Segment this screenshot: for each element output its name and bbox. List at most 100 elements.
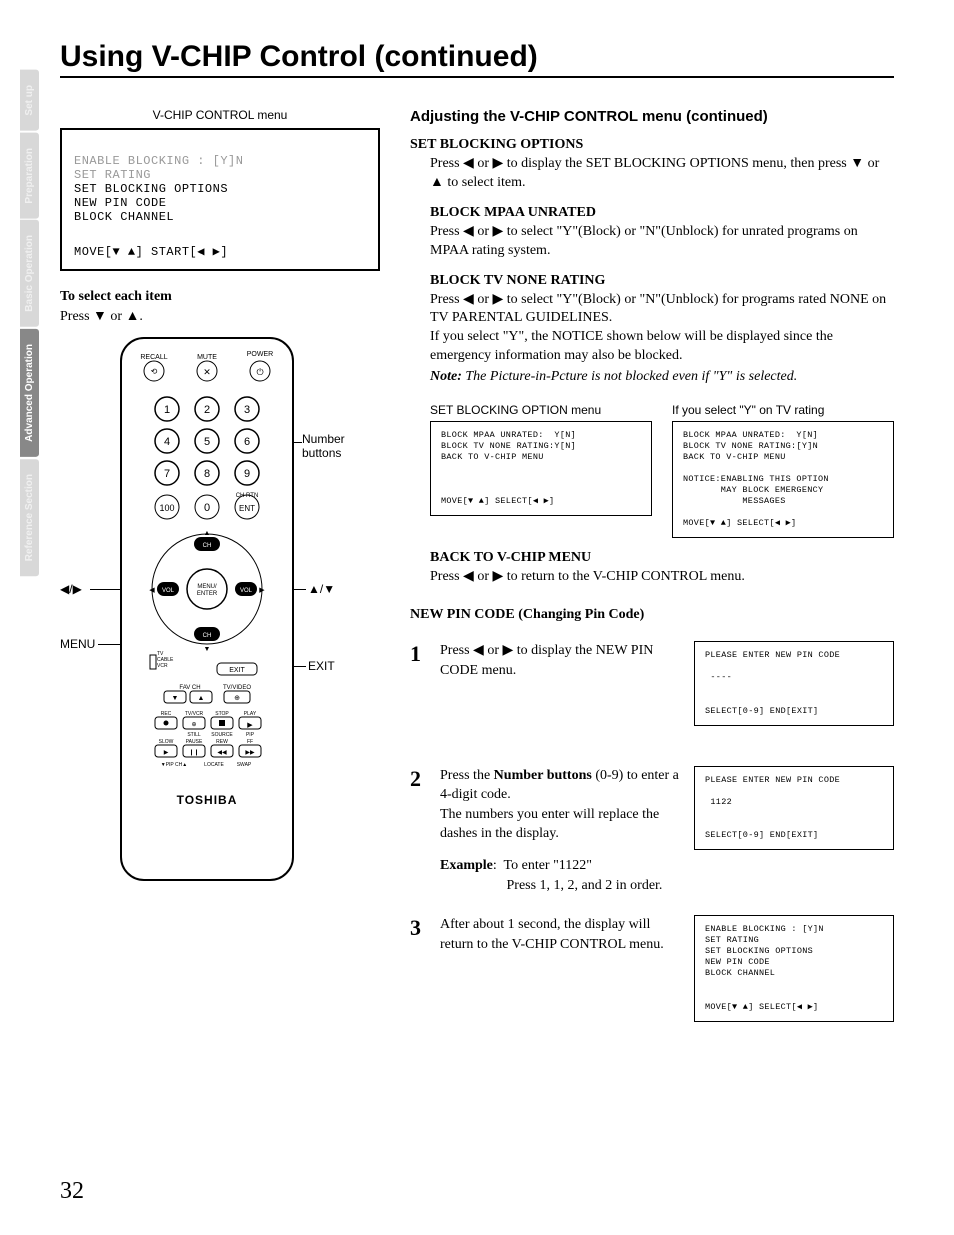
svg-text:⊕: ⊕ [191, 722, 196, 728]
set-blocking-head: SET BLOCKING OPTIONS [410, 137, 894, 153]
back-menu-text: Press ◀ or ▶ to return to the V-CHIP CON… [430, 568, 894, 587]
svg-text:◀◀: ◀◀ [217, 750, 227, 756]
step-3-menu: ENABLE BLOCKING : [Y]N SET RATING SET BL… [694, 915, 894, 1021]
svg-text:▼PIP CH▲: ▼PIP CH▲ [161, 762, 187, 768]
label-power: POWER [247, 351, 273, 358]
svg-text:8: 8 [204, 468, 210, 480]
page-title: Using V-CHIP Control (continued) [60, 40, 894, 78]
step-1-num: 1 [410, 641, 428, 725]
block-mpaa-text: Press ◀ or ▶ to select "Y"(Block) or "N"… [430, 223, 894, 261]
tab-reference-section: Reference Section [20, 459, 39, 576]
step-2-menu: PLEASE ENTER NEW PIN CODE 1122 SELECT[0-… [694, 766, 894, 850]
back-menu-head: BACK TO V-CHIP MENU [430, 550, 894, 566]
step-3-num: 3 [410, 915, 428, 1021]
svg-text:▶: ▶ [247, 722, 253, 729]
side-tabs: Set up Preparation Basic Operation Advan… [20, 70, 39, 578]
block-tv-note: Note: Note: The Picture-in-Pcture is not… [430, 368, 894, 387]
new-pin-head: NEW PIN CODE (Changing Pin Code) [410, 607, 894, 623]
select-each-item-text: Press ▼ or ▲. [60, 309, 380, 325]
callout-number-buttons: Number buttons [302, 432, 345, 460]
callout-menu: MENU [60, 637, 95, 651]
label-mute: MUTE [197, 354, 217, 361]
svg-text:▼: ▼ [204, 646, 211, 653]
svg-text:TV/VCR: TV/VCR [185, 711, 204, 717]
block-tv-head: BLOCK TV NONE RATING [430, 273, 894, 289]
step-1-menu: PLEASE ENTER NEW PIN CODE ---- SELECT[0-… [694, 641, 894, 725]
callout-exit: EXIT [308, 659, 335, 673]
svg-text:SOURCE: SOURCE [211, 732, 233, 738]
svg-text:TOSHIBA: TOSHIBA [177, 793, 238, 807]
step-2-text: Press the Number buttons (0-9) to enter … [440, 766, 682, 896]
vchip-footer: MOVE[▼ ▲] START[◀ ▶] [74, 244, 366, 259]
vchip-menu-box: ENABLE BLOCKING : [Y]N SET RATING SET BL… [60, 128, 380, 271]
svg-text:⟲: ⟲ [151, 367, 158, 376]
svg-text:REW: REW [216, 739, 228, 745]
step-1-text: Press ◀ or ▶ to display the NEW PIN CODE… [440, 641, 682, 725]
svg-text:VOL: VOL [162, 588, 175, 594]
sbo-menu-right: BLOCK MPAA UNRATED: Y[N] BLOCK TV NONE R… [672, 421, 894, 538]
sbo-menu-label-right: If you select "Y" on TV rating [672, 403, 894, 417]
tab-preparation: Preparation [20, 133, 39, 219]
svg-text:4: 4 [164, 436, 170, 448]
callout-up-down: ▲/▼ [308, 582, 335, 596]
svg-text:CH: CH [203, 543, 212, 549]
svg-text:FF: FF [247, 739, 253, 745]
svg-text:VOL: VOL [240, 588, 253, 594]
svg-text:PAUSE: PAUSE [186, 739, 203, 745]
svg-text:⏻: ⏻ [256, 367, 263, 377]
svg-text:▲: ▲ [204, 530, 211, 537]
tab-basic-operation: Basic Operation [20, 220, 39, 327]
svg-text:◀: ◀ [149, 587, 155, 594]
vchip-line3: SET BLOCKING OPTIONS [74, 182, 228, 196]
svg-text:ENT: ENT [239, 504, 255, 513]
vchip-menu-label: V-CHIP CONTROL menu [60, 108, 380, 122]
svg-text:6: 6 [244, 436, 250, 448]
svg-text:100: 100 [159, 503, 174, 513]
svg-text:FAV CH: FAV CH [179, 685, 200, 691]
svg-text:1: 1 [164, 404, 170, 416]
svg-text:✕: ✕ [203, 367, 211, 377]
svg-text:▶: ▶ [259, 587, 265, 594]
svg-text:❙❙: ❙❙ [189, 749, 199, 756]
svg-text:VCR: VCR [157, 663, 168, 669]
svg-text:CH: CH [203, 633, 212, 639]
svg-text:SLOW: SLOW [159, 739, 174, 745]
set-blocking-text: Press ◀ or ▶ to display the SET BLOCKING… [430, 155, 894, 193]
remote-control: RECALL ⟲ MUTE ✕ POWER ⏻ 1 2 3 4 5 [120, 337, 294, 881]
vchip-line2: SET RATING [74, 168, 151, 182]
page-number: 32 [60, 1178, 84, 1205]
svg-text:STOP: STOP [215, 711, 229, 717]
sbo-menu-label-left: SET BLOCKING OPTION menu [430, 403, 652, 417]
svg-text:REC: REC [161, 711, 172, 717]
svg-text:9: 9 [244, 468, 250, 480]
sbo-menu-left: BLOCK MPAA UNRATED: Y[N] BLOCK TV NONE R… [430, 421, 652, 516]
svg-text:LOCATE: LOCATE [204, 762, 224, 768]
svg-text:MENU/: MENU/ [197, 584, 217, 590]
section-title: Adjusting the V-CHIP CONTROL menu (conti… [410, 108, 894, 125]
select-each-item-head: To select each item [60, 289, 380, 305]
svg-text:2: 2 [204, 404, 210, 416]
vchip-line4: NEW PIN CODE [74, 196, 166, 210]
svg-text:TV/VIDEO: TV/VIDEO [223, 685, 251, 691]
tab-setup: Set up [20, 70, 39, 131]
step-3-text: After about 1 second, the display will r… [440, 915, 682, 1021]
svg-text:EXIT: EXIT [229, 667, 245, 674]
svg-text:3: 3 [244, 404, 250, 416]
svg-text:ENTER: ENTER [197, 591, 218, 597]
label-recall: RECALL [140, 354, 167, 361]
step-2-num: 2 [410, 766, 428, 896]
tab-advanced-operation: Advanced Operation [20, 329, 39, 457]
svg-text:STILL: STILL [187, 732, 201, 738]
svg-text:▶▶: ▶▶ [245, 750, 255, 756]
svg-text:SWAP: SWAP [237, 762, 252, 768]
svg-text:▲: ▲ [198, 695, 205, 702]
svg-text:0: 0 [204, 502, 210, 514]
svg-text:PIP: PIP [246, 732, 255, 738]
svg-text:5: 5 [204, 436, 210, 448]
svg-text:7: 7 [164, 468, 170, 480]
svg-text:▼: ▼ [172, 695, 179, 702]
vchip-line5: BLOCK CHANNEL [74, 210, 174, 224]
block-tv-text2: If you select "Y", the NOTICE shown belo… [430, 328, 894, 366]
block-tv-text1: Press ◀ or ▶ to select "Y"(Block) or "N"… [430, 291, 894, 329]
svg-text:▶: ▶ [164, 750, 169, 756]
